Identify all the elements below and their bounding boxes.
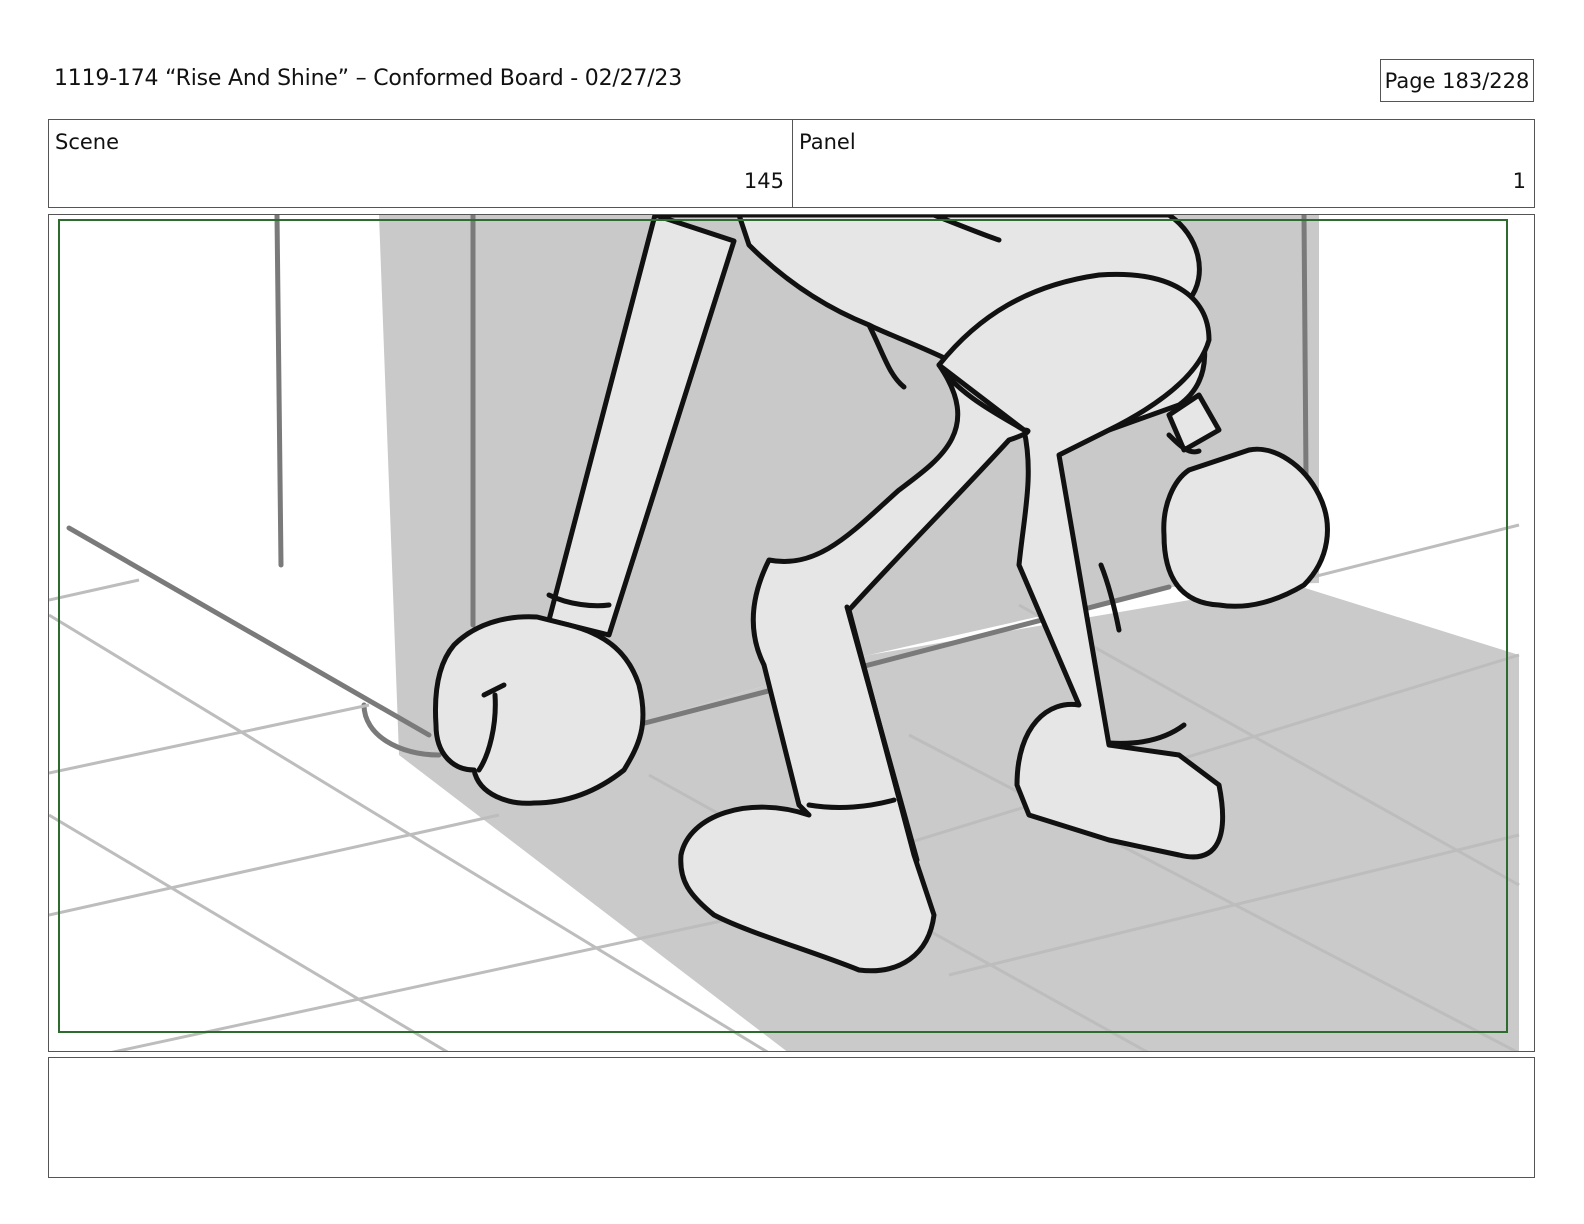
scene-label: Scene: [55, 130, 120, 154]
page-indicator: Page 183/228: [1380, 59, 1534, 102]
panel-label: Panel: [799, 130, 856, 154]
scene-number: 145: [743, 169, 784, 193]
panel-cell: Panel 1: [793, 120, 1534, 207]
notes-box: [48, 1057, 1535, 1178]
board-title: 1119-174 “Rise And Shine” – Conformed Bo…: [54, 66, 682, 91]
storyboard-frame: [48, 214, 1535, 1052]
storyboard-drawing: [49, 215, 1520, 1051]
panel-number: 1: [1512, 169, 1526, 193]
scene-cell: Scene 145: [49, 120, 793, 207]
scene-panel-row: Scene 145 Panel 1: [48, 119, 1535, 208]
